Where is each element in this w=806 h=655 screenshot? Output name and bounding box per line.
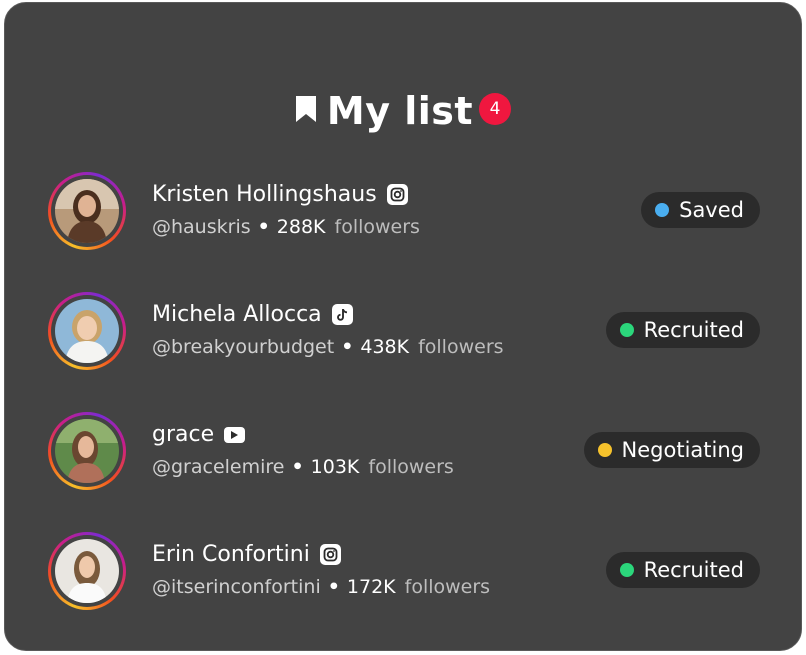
separator-dot: •: [257, 216, 270, 238]
list-item[interactable]: grace @gracelemire • 103K followers Nego…: [5, 412, 801, 492]
creator-meta: @gracelemire • 103K followers: [152, 456, 454, 478]
status-dot: [619, 563, 634, 577]
separator-dot: •: [327, 576, 340, 598]
profile-photo: [55, 539, 119, 603]
status-dot: [597, 443, 612, 457]
creator-name-line: grace: [152, 422, 246, 447]
my-list-card: My list 4 Kristen Hollingshaus @hauskris…: [4, 2, 802, 651]
creator-name: grace: [152, 422, 215, 447]
status-dot: [619, 323, 634, 337]
list-header: My list 4: [5, 89, 801, 133]
status-label: Recruited: [643, 318, 744, 342]
followers-label: followers: [334, 216, 420, 238]
creator-name: Michela Allocca: [152, 302, 322, 327]
creator-handle: @itserinconfortini: [152, 576, 321, 598]
list-item[interactable]: Michela Allocca @breakyourbudget • 438K …: [5, 292, 801, 372]
followers-label: followers: [368, 456, 454, 478]
followers-count: 103K: [310, 456, 360, 478]
followers-count: 438K: [360, 336, 410, 358]
followers-label: followers: [418, 336, 504, 358]
followers-label: followers: [404, 576, 491, 598]
list-title: My list: [326, 89, 474, 133]
separator-dot: •: [341, 336, 354, 358]
creator-name: Kristen Hollingshaus: [152, 182, 377, 207]
creator-handle: @hauskris: [152, 216, 251, 238]
followers-count: 172K: [346, 576, 396, 598]
count-badge: 4: [479, 93, 512, 125]
bookmark-icon: [295, 96, 316, 122]
creator-meta: @itserinconfortini • 172K followers: [152, 576, 490, 598]
list-item[interactable]: Erin Confortini @itserinconfortini • 172…: [5, 532, 801, 612]
tiktok-icon: [331, 304, 353, 325]
avatar[interactable]: [48, 292, 126, 370]
status-badge[interactable]: Recruited: [605, 552, 760, 588]
separator-dot: •: [291, 456, 304, 478]
status-label: Negotiating: [621, 438, 744, 462]
list-item[interactable]: Kristen Hollingshaus @hauskris • 288K fo…: [5, 172, 801, 252]
instagram-icon: [386, 184, 408, 205]
creator-name-line: Michela Allocca: [152, 302, 353, 327]
instagram-icon: [319, 544, 341, 565]
status-badge[interactable]: Saved: [641, 192, 760, 228]
creator-meta: @breakyourbudget • 438K followers: [152, 336, 504, 358]
status-dot: [655, 203, 670, 217]
creator-name-line: Erin Confortini: [152, 542, 341, 567]
creator-handle: @breakyourbudget: [152, 336, 335, 358]
avatar[interactable]: [48, 412, 126, 490]
status-badge[interactable]: Negotiating: [583, 432, 760, 468]
creator-name-line: Kristen Hollingshaus: [152, 182, 408, 207]
profile-photo: [55, 299, 119, 363]
followers-count: 288K: [276, 216, 326, 238]
status-badge[interactable]: Recruited: [605, 312, 760, 348]
avatar[interactable]: [48, 532, 126, 610]
creator-handle: @gracelemire: [152, 456, 285, 478]
profile-photo: [55, 419, 119, 483]
avatar[interactable]: [48, 172, 126, 250]
profile-photo: [55, 179, 119, 243]
creator-meta: @hauskris • 288K followers: [152, 216, 420, 238]
status-label: Recruited: [643, 558, 744, 582]
status-label: Saved: [679, 198, 744, 222]
creator-name: Erin Confortini: [152, 542, 310, 567]
youtube-icon: [224, 426, 246, 443]
